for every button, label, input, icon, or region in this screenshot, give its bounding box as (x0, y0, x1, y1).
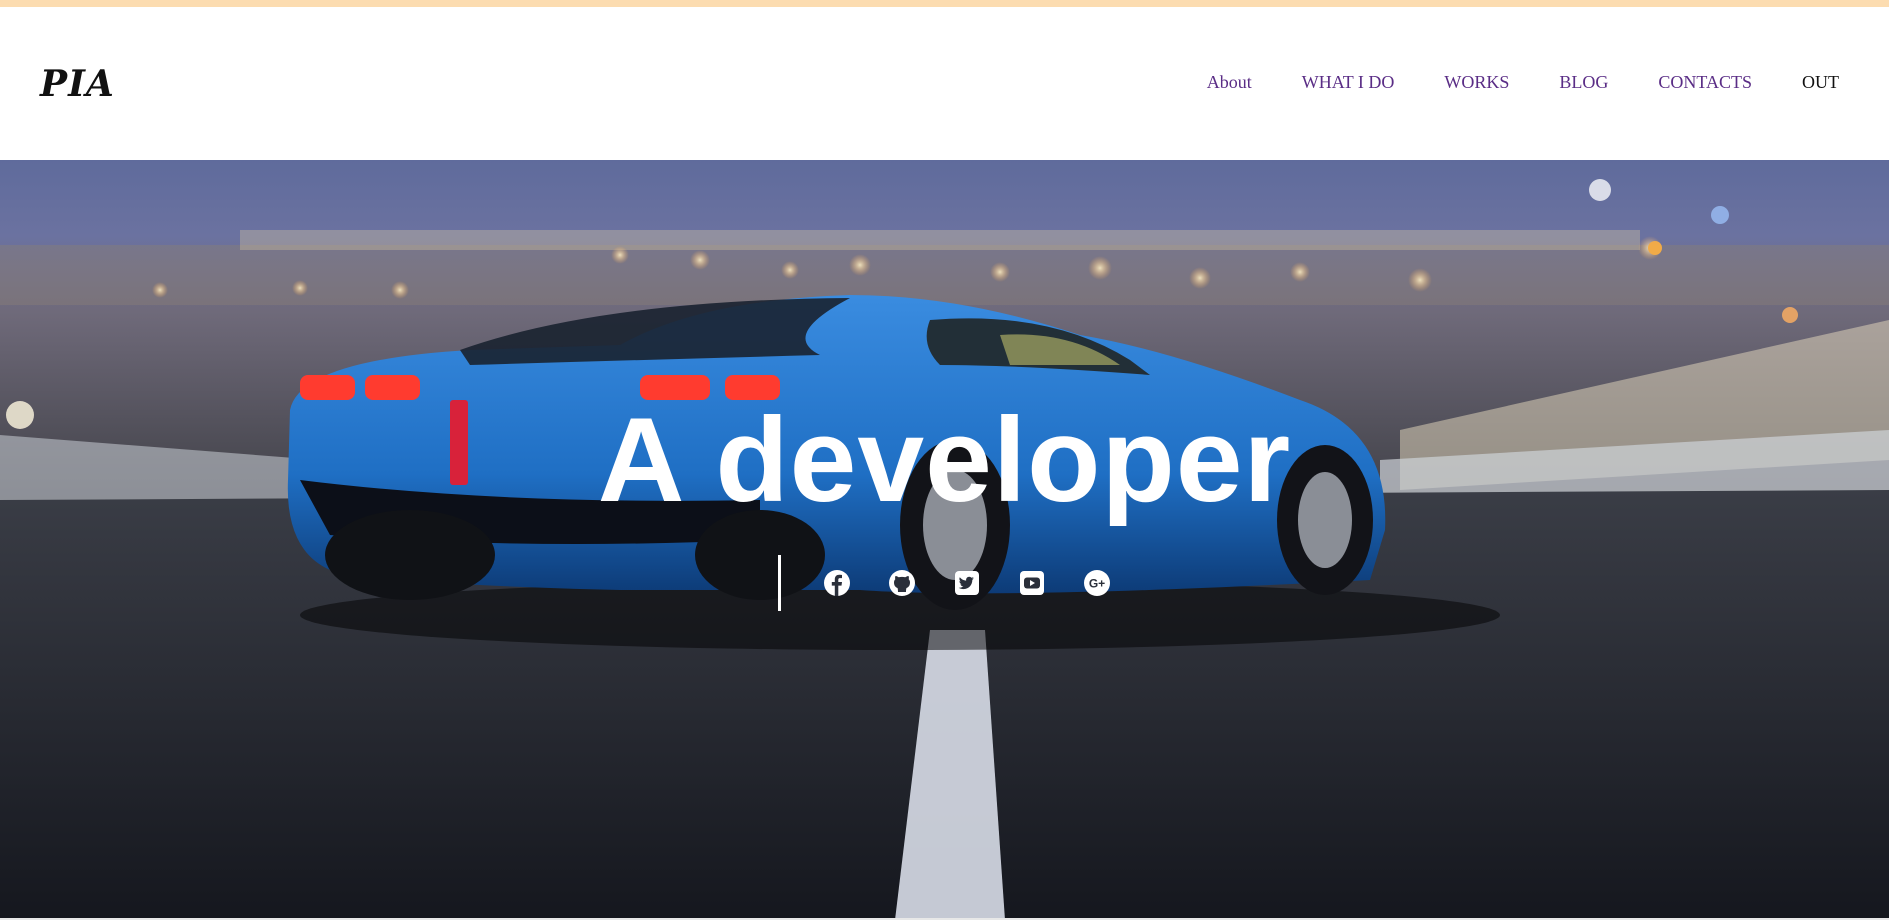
nav-link-what-i-do[interactable]: WHAT I DO (1302, 72, 1395, 93)
top-accent-strip (0, 0, 1889, 7)
facebook-icon[interactable] (823, 569, 851, 597)
social-links: G+ (778, 555, 1148, 611)
hero-background-image (0, 179, 1889, 920)
nav-link-contacts[interactable]: CONTACTS (1658, 72, 1752, 93)
social-divider (778, 555, 781, 611)
hero-title: A developer (597, 393, 1292, 527)
hero-section: A developer G+ (0, 160, 1889, 920)
youtube-icon[interactable] (1018, 569, 1046, 597)
github-icon[interactable] (888, 569, 916, 597)
nav-link-works[interactable]: WORKS (1444, 72, 1509, 93)
site-header: PIA About WHAT I DO WORKS BLOG CONTACTS … (0, 7, 1889, 160)
google-plus-icon[interactable]: G+ (1083, 569, 1111, 597)
twitter-icon[interactable] (953, 569, 981, 597)
main-nav: About WHAT I DO WORKS BLOG CONTACTS OUT (1157, 72, 1839, 93)
nav-link-blog[interactable]: BLOG (1559, 72, 1608, 93)
nav-link-about[interactable]: About (1207, 72, 1252, 93)
site-logo[interactable]: PIA (40, 63, 115, 105)
nav-link-out[interactable]: OUT (1802, 72, 1839, 93)
svg-text:G+: G+ (1089, 577, 1105, 591)
